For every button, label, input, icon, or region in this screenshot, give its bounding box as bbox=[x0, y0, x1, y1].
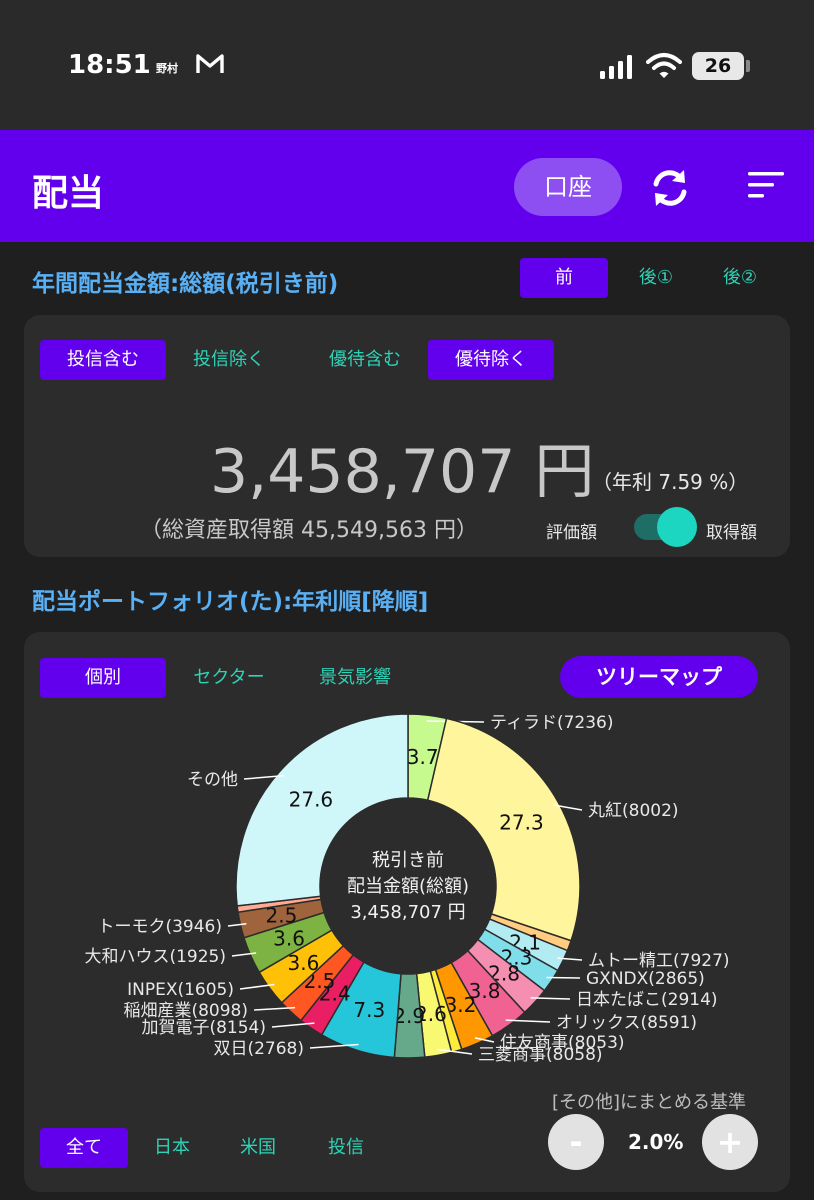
slice-name-label: 三菱商事(8058) bbox=[478, 1045, 603, 1065]
increase-threshold-button[interactable]: + bbox=[702, 1114, 758, 1170]
slice-value-label: 3.7 bbox=[407, 745, 439, 769]
slice-value-label: 27.3 bbox=[499, 810, 544, 834]
group-threshold-label: [その他]にまとめる基準 bbox=[552, 1092, 747, 1113]
donut-center-text: 税引き前 bbox=[372, 850, 444, 871]
slice-name-label: 稲畑産業(8098) bbox=[123, 1001, 248, 1021]
slice-name-label: ムトー精工(7927) bbox=[588, 951, 730, 971]
slice-value-label: 3.6 bbox=[287, 951, 319, 975]
region-japan[interactable]: 日本 bbox=[128, 1128, 216, 1168]
slice-name-label: 丸紅(8002) bbox=[588, 801, 679, 821]
slice-name-label: GXNDX(2865) bbox=[586, 969, 705, 989]
slice-value-label: 27.6 bbox=[289, 788, 334, 812]
slice-name-label: その他 bbox=[187, 770, 238, 790]
slice-name-label: ティラド(7236) bbox=[490, 713, 614, 733]
donut-center-text: 配当金額(総額) bbox=[347, 876, 469, 897]
slice-name-label: 加賀電子(8154) bbox=[141, 1018, 266, 1038]
slice-name-label: 大和ハウス(1925) bbox=[84, 947, 226, 967]
slice-value-label: 7.3 bbox=[353, 998, 385, 1022]
slice-name-label: 日本たばこ(2914) bbox=[576, 990, 718, 1010]
slice-leader-line bbox=[546, 976, 581, 979]
region-all[interactable]: 全て bbox=[40, 1128, 128, 1168]
donut-center-text: 3,458,707 円 bbox=[350, 902, 465, 923]
slice-name-label: 双日(2768) bbox=[213, 1039, 304, 1059]
region-us[interactable]: 米国 bbox=[214, 1128, 302, 1168]
slice-name-label: トーモク(3946) bbox=[97, 917, 222, 937]
decrease-threshold-button[interactable]: - bbox=[548, 1114, 604, 1170]
slice-value-label: 3.6 bbox=[273, 926, 305, 950]
threshold-value: 2.0% bbox=[628, 1130, 684, 1154]
dividend-donut-chart: 3.7ティラド(7236)27.3 丸紅(8002)2.1ムトー精工(7927)2… bbox=[84, 713, 730, 1065]
slice-name-label: オリックス(8591) bbox=[556, 1013, 697, 1033]
region-funds[interactable]: 投信 bbox=[302, 1128, 390, 1168]
slice-name-label: INPEX(1605) bbox=[127, 980, 234, 1000]
